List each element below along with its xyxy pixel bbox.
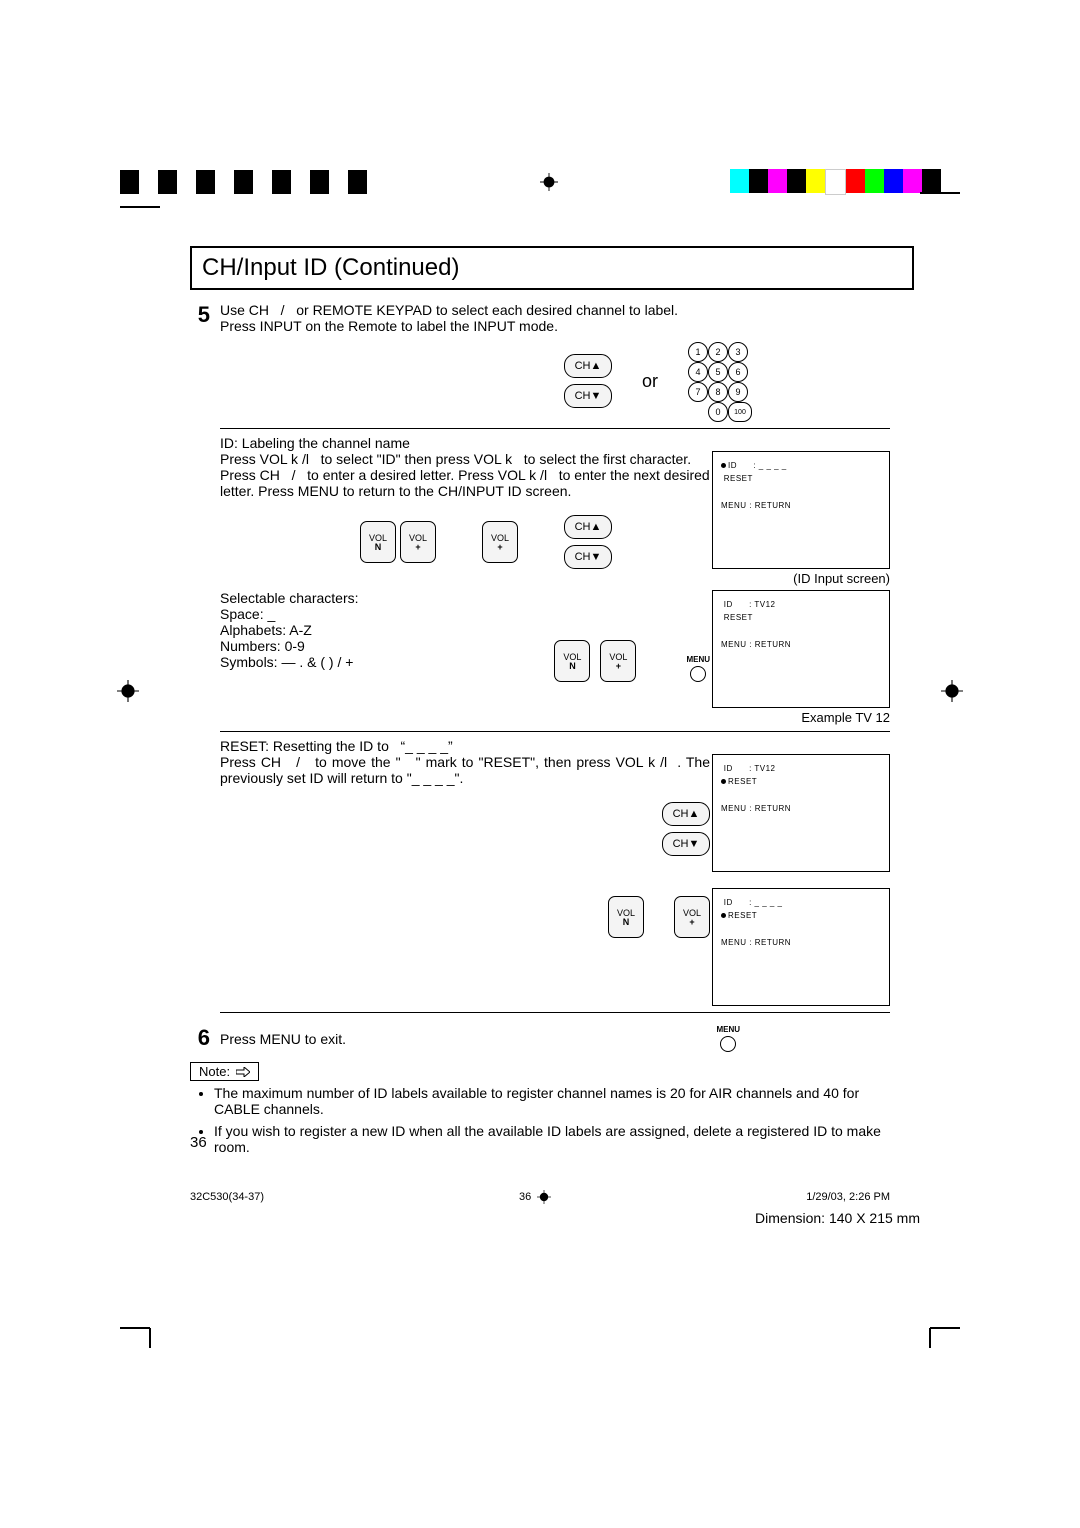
- crop-mark: [920, 1308, 960, 1348]
- registration-mark-icon: [537, 1190, 551, 1204]
- ch-down-button[interactable]: CH▼: [662, 832, 710, 856]
- ch-down-button[interactable]: CH▼: [564, 545, 612, 569]
- divider: [220, 731, 890, 732]
- note-label: Note:: [190, 1062, 259, 1081]
- id-heading: ID: Labeling the channel name: [220, 435, 890, 451]
- id-input-screen: ID : _ _ _ _ RESET MENU : RETURN: [712, 451, 890, 569]
- vol-up-button[interactable]: VOL+: [482, 521, 518, 563]
- screen-caption: Example TV 12: [801, 710, 890, 725]
- step-number: 6: [190, 1025, 210, 1052]
- id-example-screen: ID : TV12 RESET MENU : RETURN: [712, 590, 890, 708]
- cursor-dot-icon: [721, 463, 726, 468]
- or-label: or: [642, 371, 658, 392]
- keypad-5[interactable]: 5: [708, 362, 728, 382]
- keypad-7[interactable]: 7: [688, 382, 708, 402]
- reset-heading: RESET: Resetting the ID to “_ _ _ _”: [220, 738, 890, 754]
- selectable-line: Numbers: 0-9: [220, 638, 544, 654]
- dimension-label: Dimension: 140 X 215 mm: [755, 1210, 920, 1226]
- remote-keypad: 1 2 3 4 5 6 7 8 9 0 100: [688, 342, 746, 420]
- cursor-dot-icon: [721, 779, 726, 784]
- step-6: 6 Press MENU to exit. MENU: [190, 1019, 890, 1052]
- vol-down-button[interactable]: VOLN: [360, 521, 396, 563]
- step-text: Press INPUT on the Remote to label the I…: [220, 318, 890, 334]
- divider: [220, 1012, 890, 1013]
- footer: 32C530(34-37) 36 1/29/03, 2:26 PM: [190, 1190, 890, 1204]
- ch-up-button[interactable]: CH▲: [662, 802, 710, 826]
- menu-button[interactable]: MENU: [716, 1025, 740, 1052]
- keypad-9[interactable]: 9: [728, 382, 748, 402]
- ch-down-button[interactable]: CH▼: [564, 384, 612, 408]
- selectable-line: Symbols: — . & ( ) / +: [220, 654, 544, 670]
- crop-mark: [120, 1308, 160, 1348]
- keypad-1[interactable]: 1: [688, 342, 708, 362]
- selectable-line: Alphabets: A-Z: [220, 622, 544, 638]
- cursor-dot-icon: [721, 913, 726, 918]
- print-color-bar: [120, 170, 960, 194]
- keypad-6[interactable]: 6: [728, 362, 748, 382]
- page-number: 36: [190, 1134, 207, 1151]
- vol-up-button[interactable]: VOL+: [674, 896, 710, 938]
- keypad-0[interactable]: 0: [708, 402, 728, 422]
- vol-up-button[interactable]: VOL+: [400, 521, 436, 563]
- reset-screen-a: ID : TV12 RESET MENU : RETURN: [712, 754, 890, 872]
- note-item: If you wish to register a new ID when al…: [214, 1123, 890, 1155]
- divider: [220, 428, 890, 429]
- ch-up-button[interactable]: CH▲: [564, 515, 612, 539]
- keypad-4[interactable]: 4: [688, 362, 708, 382]
- step-text: Use CH / or REMOTE KEYPAD to select each…: [220, 302, 890, 318]
- reset-paragraph: Press CH / to move the " " mark to "RESE…: [220, 754, 710, 786]
- ch-up-button[interactable]: CH▲: [564, 354, 612, 378]
- footer-right: 1/29/03, 2:26 PM: [806, 1191, 890, 1203]
- step-number: 5: [190, 302, 210, 1019]
- selectable-line: Selectable characters:: [220, 590, 544, 606]
- menu-button[interactable]: MENU: [686, 655, 710, 682]
- keypad-2[interactable]: 2: [708, 342, 728, 362]
- screen-caption: (ID Input screen): [793, 571, 890, 586]
- keypad-100[interactable]: 100: [728, 402, 752, 422]
- id-paragraph: Press VOL k /l to select "ID" then press…: [220, 451, 710, 499]
- keypad-3[interactable]: 3: [728, 342, 748, 362]
- step-text: Press MENU to exit.: [220, 1031, 696, 1047]
- selectable-line: Space: _: [220, 606, 544, 622]
- vol-down-button[interactable]: VOLN: [554, 640, 590, 682]
- note-list: The maximum number of ID labels availabl…: [214, 1085, 890, 1155]
- registration-mark-icon: [117, 680, 139, 705]
- section-title: CH/Input ID (Continued): [190, 246, 914, 290]
- registration-mark-icon: [540, 173, 558, 191]
- crop-mark: [120, 206, 160, 208]
- vol-up-button[interactable]: VOL+: [600, 640, 636, 682]
- keypad-8[interactable]: 8: [708, 382, 728, 402]
- registration-mark-icon: [941, 680, 963, 705]
- note-item: The maximum number of ID labels availabl…: [214, 1085, 890, 1117]
- arrow-right-icon: [236, 1067, 250, 1077]
- footer-mid: 36: [519, 1191, 531, 1203]
- footer-left: 32C530(34-37): [190, 1191, 264, 1203]
- crop-mark: [920, 192, 960, 194]
- reset-screen-b: ID : _ _ _ _ RESET MENU : RETURN: [712, 888, 890, 1006]
- step-5: 5 Use CH / or REMOTE KEYPAD to select ea…: [190, 296, 890, 1019]
- vol-down-button[interactable]: VOLN: [608, 896, 644, 938]
